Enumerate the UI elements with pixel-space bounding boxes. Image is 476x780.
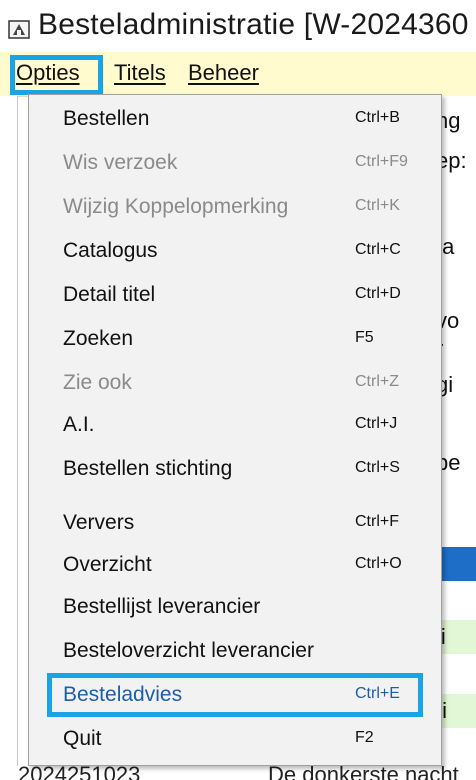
menu-item-shortcut: Ctrl+J	[355, 415, 398, 432]
menu-item-wis-verzoek: Wis verzoek Ctrl+F9	[29, 143, 441, 183]
menu-item-shortcut: Ctrl+C	[355, 241, 401, 258]
window-left-line	[17, 96, 18, 766]
menu-item-shortcut: Ctrl+F9	[355, 153, 408, 170]
background-panel	[440, 96, 476, 780]
bg-table-row: 2024251023 De donkerste nacht	[0, 764, 476, 780]
menu-item-bestellen-stichting[interactable]: Bestellen stichting Ctrl+S	[29, 449, 441, 489]
menu-item-label: Bestellijst leverancier	[63, 595, 261, 618]
menu-item-label: Besteloverzicht leverancier	[63, 639, 314, 662]
menu-item-label: Ververs	[63, 511, 135, 534]
menu-item-label: Catalogus	[63, 239, 158, 262]
menu-item-shortcut: Ctrl+K	[355, 197, 400, 214]
menu-item-bestellen[interactable]: Bestellen Ctrl+B	[29, 99, 441, 139]
menu-item-ververs[interactable]: Ververs Ctrl+F	[29, 503, 441, 543]
menu-item-shortcut: Ctrl+E	[355, 685, 400, 702]
menu-item-zie-ook: Zie ook Ctrl+Z	[29, 363, 441, 403]
menu-item-ai[interactable]: A.I. Ctrl+J	[29, 405, 441, 445]
bg-selected-row	[436, 547, 476, 581]
menu-item-label: Zie ook	[63, 371, 132, 394]
menu-item-shortcut: Ctrl+B	[355, 109, 400, 126]
opties-dropdown-menu: Bestellen Ctrl+B Wis verzoek Ctrl+F9 Wij…	[28, 94, 442, 766]
menu-item-besteladvies[interactable]: Besteladvies Ctrl+E	[29, 673, 441, 717]
menu-item-catalogus[interactable]: Catalogus Ctrl+C	[29, 231, 441, 271]
menu-item-shortcut: F5	[355, 329, 374, 346]
menu-beheer[interactable]: Beheer	[188, 60, 259, 86]
menu-item-label: Zoeken	[63, 327, 134, 350]
bg-row-id: 2024251023	[18, 764, 141, 780]
menu-item-overzicht[interactable]: Overzicht Ctrl+O	[29, 545, 441, 585]
menu-item-label: Besteladvies	[63, 683, 183, 706]
menu-item-label: Wis verzoek	[63, 151, 178, 174]
menu-item-label: Wijzig Koppelopmerking	[63, 195, 289, 218]
menu-item-quit[interactable]: Quit F2	[29, 719, 441, 759]
menu-item-zoeken[interactable]: Zoeken F5	[29, 319, 441, 359]
window-title: Besteladministratie [W-2024360	[38, 8, 469, 41]
app-icon	[8, 20, 30, 39]
menu-item-shortcut: F2	[355, 729, 374, 746]
menu-item-besteloverzicht-leverancier[interactable]: Besteloverzicht leverancier	[29, 631, 441, 671]
menu-opties[interactable]: Opties	[16, 60, 80, 86]
menu-item-label: Detail titel	[63, 283, 156, 306]
menu-item-shortcut: Ctrl+D	[355, 285, 401, 302]
menu-item-label: Bestellen stichting	[63, 457, 233, 480]
menu-item-label: Quit	[63, 727, 102, 750]
menu-item-label: Bestellen	[63, 107, 150, 130]
window-left-edge	[0, 96, 18, 780]
menu-item-shortcut: Ctrl+F	[355, 513, 399, 530]
menu-bar: Opties Titels Beheer	[0, 52, 476, 97]
menu-item-label: A.I.	[63, 413, 95, 436]
menu-item-shortcut: Ctrl+O	[355, 555, 402, 572]
menu-item-wijzig-koppelopmerking: Wijzig Koppelopmerking Ctrl+K	[29, 187, 441, 227]
menu-titels[interactable]: Titels	[114, 60, 166, 86]
menu-item-shortcut: Ctrl+Z	[355, 373, 399, 390]
title-bar: Besteladministratie [W-2024360	[0, 0, 476, 53]
menu-item-label: Overzicht	[63, 553, 152, 576]
menu-item-shortcut: Ctrl+S	[355, 459, 400, 476]
bg-row-title: De donkerste nacht	[268, 764, 459, 780]
menu-item-bestellijst-leverancier[interactable]: Bestellijst leverancier	[29, 587, 441, 627]
menu-item-detail-titel[interactable]: Detail titel Ctrl+D	[29, 275, 441, 315]
